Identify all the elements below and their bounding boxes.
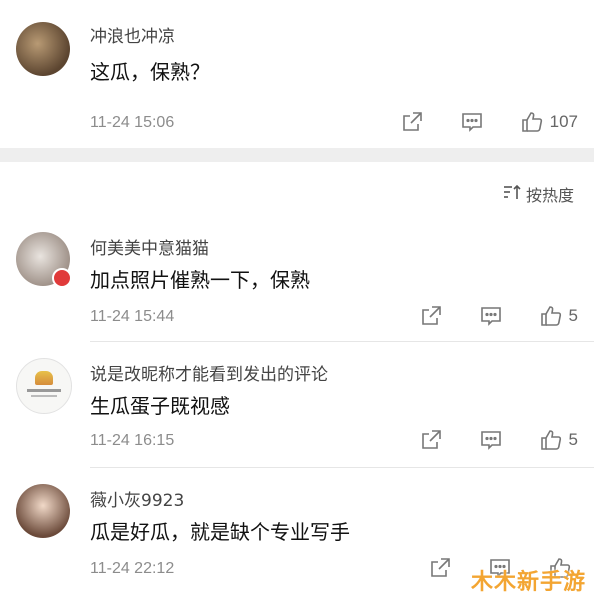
like-count: 5: [568, 306, 578, 325]
like-count: 107: [549, 112, 578, 131]
share-icon[interactable]: [419, 304, 443, 328]
watermark-logo: 木木新手游: [470, 570, 586, 595]
comment-content: 加点照片催熟一下，保熟: [90, 268, 310, 292]
comment-actions: 5: [383, 428, 578, 452]
like-icon[interactable]: [520, 110, 544, 134]
comment-username[interactable]: 何美美中意猫猫: [90, 234, 209, 259]
comment-card: 说是改昵称才能看到发出的评论 生瓜蛋子既视感 11-24 16:15 5: [0, 342, 594, 468]
comment-icon[interactable]: [460, 110, 484, 134]
comment-time: 11-24 15:44: [90, 308, 175, 325]
comment-actions: 107: [364, 110, 578, 134]
like-icon[interactable]: [539, 428, 563, 452]
sort-by-hot-button[interactable]: 按热度: [502, 182, 574, 206]
comment-username[interactable]: 冲浪也冲凉: [90, 22, 175, 47]
sort-bar: 按热度: [0, 162, 594, 218]
verified-badge-icon: [52, 268, 72, 288]
sort-label: 按热度: [525, 186, 574, 205]
comment-time: 11-24 22:12: [90, 560, 175, 577]
comment-card-top: 冲浪也冲凉 这瓜，保熟？ 11-24 15:06 107: [0, 0, 594, 148]
comment-actions: 5: [383, 304, 578, 328]
comment-content: 瓜是好瓜，就是缺个专业写手: [90, 520, 350, 544]
sort-icon: [502, 183, 522, 205]
comment-icon[interactable]: [479, 304, 503, 328]
comment-time: 11-24 16:15: [90, 432, 175, 449]
comment-username[interactable]: 薇小灰9923: [90, 486, 184, 511]
comment-time: 11-24 15:06: [90, 114, 175, 131]
avatar[interactable]: [16, 22, 70, 76]
section-gap: [0, 148, 594, 162]
like-count: 5: [568, 430, 578, 449]
share-icon[interactable]: [419, 428, 443, 452]
comment-icon[interactable]: [479, 428, 503, 452]
comment-username[interactable]: 说是改昵称才能看到发出的评论: [90, 360, 328, 385]
comment-content: 这瓜，保熟？: [90, 60, 210, 84]
comment-content: 生瓜蛋子既视感: [90, 394, 230, 418]
avatar[interactable]: [16, 358, 72, 414]
avatar[interactable]: [16, 484, 70, 538]
like-icon[interactable]: [539, 304, 563, 328]
comment-card: 何美美中意猫猫 加点照片催熟一下，保熟 11-24 15:44 5: [0, 218, 594, 342]
share-icon[interactable]: [428, 556, 452, 580]
share-icon[interactable]: [400, 110, 424, 134]
